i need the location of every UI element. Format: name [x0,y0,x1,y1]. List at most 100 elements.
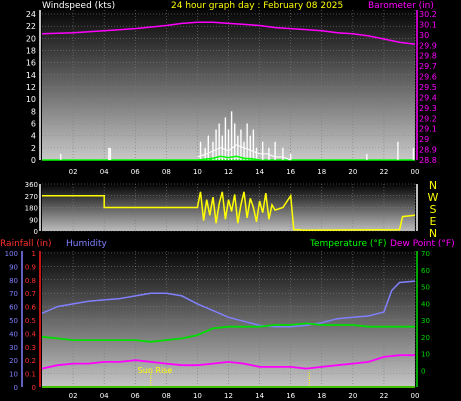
panel3-x-tick: 14 [255,392,264,400]
wind-tick-label: 16 [26,59,36,68]
humidity-tick-label: 100 [5,250,18,258]
wind-bar [249,135,251,160]
rainfall-label: Rainfall (in) [0,239,52,249]
panel3-x-tick: 22 [379,392,388,400]
wind-bar [199,141,202,160]
rain-tick-label: 0.9 [25,263,36,271]
wind-tick-label: 0 [31,156,36,165]
wind-bar [240,129,242,160]
temp-tick-label: 40 [421,300,430,308]
direction-tick-label: 360 [25,181,38,189]
panel3-x-tick: 20 [348,392,357,400]
barometer-tick-label: 29.9 [419,41,437,50]
barometer-tick-label: 28.8 [419,156,437,165]
wind-bar [234,123,236,160]
dewpoint-label: Dew Point (°F) [390,239,455,249]
wind-tick-label: 10 [26,95,36,104]
rain-tick-label: 0 [32,384,36,392]
panel1-x-tick: 08 [162,168,171,176]
wind-bar [108,147,110,160]
barometer-tick-label: 29.2 [419,114,437,123]
wind-tick-label: 22 [26,22,36,31]
direction-tick-label: 0 [34,228,38,236]
wind-bar [261,141,264,160]
direction-tick-label: 270 [25,193,38,201]
temp-tick-label: 50 [421,284,430,292]
barometer-tick-label: 30.2 [419,10,437,19]
rain-tick-label: 0.6 [25,304,37,312]
panel3-background [42,251,415,387]
humidity-tick-label: 60 [9,304,18,312]
barometer-tick-label: 29.5 [419,83,437,92]
barometer-tick-label: 29.6 [419,73,437,82]
wind-bar [243,141,245,160]
humidity-tick-label: 0 [14,384,18,392]
panel1-x-tick: 16 [286,168,295,176]
temp-tick-label: 0 [421,367,425,375]
humidity-tick-label: 40 [9,330,18,338]
barometer-tick-label: 29.3 [419,104,437,113]
panel1-x-tick: 20 [348,168,357,176]
humidity-tick-label: 50 [9,317,18,325]
barometer-tick-label: 29.8 [419,52,437,61]
wind-bar [282,147,284,160]
direction-tick-label: 180 [25,205,38,213]
barometer-tick-label: 28.9 [419,146,437,155]
panel3-x-tick: 12 [224,392,233,400]
wind-bar [397,141,399,160]
panel1-x-tick: 00 [411,168,420,176]
panel3-x-tick: 10 [193,392,202,400]
rain-tick-label: 0.4 [25,330,37,338]
panel3-x-tick: 08 [162,392,171,400]
humidity-tick-label: 70 [9,290,18,298]
wind-tick-label: 6 [31,120,36,129]
panel3-x-tick: 16 [286,392,295,400]
wind-tick-label: 12 [26,83,36,92]
barometer-tick-label: 29 [419,135,429,144]
temp-tick-label: 60 [421,267,430,275]
windspeed-label: Windspeed (kts) [42,1,115,11]
panel1-x-tick: 12 [224,168,233,176]
rain-tick-label: 0.3 [25,344,36,352]
panel3-x-tick: 04 [100,392,109,400]
weather-graphs: 0 2 4 6 8 10 12 14 16 18 20 22 24 28.8 28.9 29 29.1 29.2 2… [0,0,461,401]
wind-bar [289,153,292,160]
barometer-tick-label: 29.4 [419,93,437,102]
temp-tick-label: 10 [421,351,430,359]
barometer-tick-label: 29.7 [419,62,437,71]
panel1-x-tick: 10 [193,168,202,176]
panel1-x-tick: 14 [255,168,264,176]
direction-tick-label: 90 [29,216,38,224]
rain-tick-label: 0.5 [25,317,36,325]
rain-tick-label: 0.1 [25,371,36,379]
wind-bar [224,117,227,160]
wind-bar [59,153,62,160]
wind-bar [207,135,209,160]
wind-tick-label: 8 [31,107,36,116]
rain-tick-label: 1 [32,250,36,258]
humidity-tick-label: 30 [9,344,18,352]
panel3-x-tick: 18 [317,392,326,400]
rain-tick-label: 0.7 [25,290,36,298]
humidity-tick-label: 10 [9,371,18,379]
wind-tick-label: 20 [26,34,36,43]
wind-bar [412,147,415,160]
temp-tick-label: 70 [421,250,430,258]
barometer-tick-label: 29.1 [419,125,437,134]
wind-bar [227,129,230,160]
weather-chart-svg: 02468101214161820222428.828.92929.129.22… [0,1,455,400]
wind-bar [109,147,112,160]
wind-bar [366,153,368,160]
wind-bar [230,111,233,160]
wind-tick-label: 24 [26,10,36,19]
temp-tick-label: 20 [421,334,430,342]
wind-bar [215,129,217,160]
temperature-label: Temperature (°F) [309,239,387,249]
wind-tick-label: 14 [26,71,36,80]
wind-bar [246,123,248,160]
graph-title: 24 hour graph day : February 08 2025 [171,1,343,11]
panel1-x-tick: 18 [317,168,326,176]
sunrise-label: Sun Rise [138,366,173,375]
barometer-tick-label: 30 [419,31,429,40]
wind-bar [218,123,220,160]
